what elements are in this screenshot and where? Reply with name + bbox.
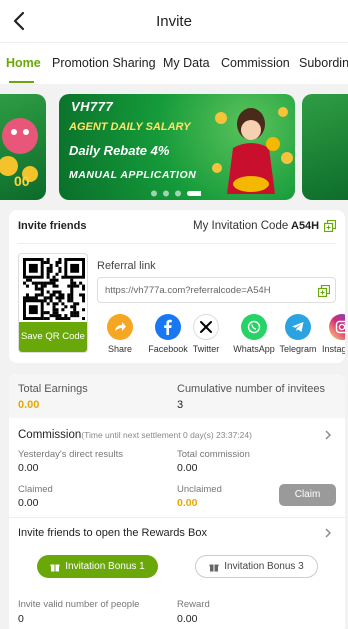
referral-link-url: https://vh777a.com?referralcode=A54H [105,285,271,296]
x-twitter-icon [193,314,219,340]
banner-character-illustration [212,107,293,194]
reward-value: 0.00 [177,613,198,625]
facebook-icon [155,314,181,340]
total-commission-value: 0.00 [177,462,198,474]
tab-home[interactable]: Home [6,56,41,70]
back-arrow-icon[interactable] [8,9,32,33]
whatsapp-icon [241,314,267,340]
carousel-dot[interactable] [175,190,181,197]
invitees-value: 3 [177,399,184,411]
invitation-bonus-1-label: Invitation Bonus 1 [65,561,145,572]
unclaimed-label: Unclaimed [177,484,222,495]
yesterday-results-label: Yesterday's direct results [18,449,123,460]
commission-section-header[interactable]: Commission(Time until next settlement 0 … [18,429,252,441]
claimed-value: 0.00 [18,497,39,509]
tab-bar: Home Promotion Sharing My Data Commissio… [0,42,348,84]
page-title: Invite [156,12,192,30]
valid-invitees-value: 0 [18,613,24,625]
invite-friends-title: Invite friends [18,220,87,232]
tab-my-data[interactable]: My Data [163,56,210,70]
unclaimed-value: 0.00 [177,497,198,509]
rewards-box-title[interactable]: Invite friends to open the Rewards Box [18,527,207,539]
share-button-telegram[interactable]: Telegram [273,314,323,354]
whatsapp-label: WhatsApp [233,344,275,354]
share-arrow-icon [107,314,133,340]
banner-line-3: MANUAL APPLICATION [69,169,197,181]
gift-icon [209,564,219,571]
settlement-countdown: (Time until next settlement 0 day(s) 23:… [81,430,252,440]
banner-logo: VH777 [71,99,114,114]
divider [9,517,345,518]
share-button-twitter[interactable]: Twitter [181,314,231,354]
yesterday-results-value: 0.00 [18,462,39,474]
carousel-dot[interactable] [163,190,169,197]
share-options: Share Facebook Twitter WhatsApp Telegram [95,314,345,358]
invitation-bonus-1-tab[interactable]: Invitation Bonus 1 [37,555,158,578]
qr-code-image [23,258,85,320]
qr-code-panel: Save QR Code [18,253,88,353]
referral-link-label: Referral link [97,260,156,272]
chevron-right-icon[interactable] [323,528,333,538]
invitation-code-value: A54H [291,220,320,232]
twitter-label: Twitter [192,344,220,354]
total-earnings-label: Total Earnings [18,383,88,395]
carousel-dot-active[interactable] [187,191,201,196]
banner-line-1: AGENT DAILY SALARY [69,121,191,133]
active-tab-indicator [9,81,34,83]
invitees-label: Cumulative number of invitees [177,383,325,395]
invite-friends-card: Invite friends My Invitation Code A54H S… [9,210,345,363]
tab-commission[interactable]: Commission [221,56,290,70]
telegram-label: Telegram [279,344,317,354]
tab-subordinate[interactable]: Subordinate [299,56,348,70]
claim-button[interactable]: Claim [279,484,336,506]
banner-line-2: Daily Rebate 4% [69,143,170,158]
copy-link-icon[interactable] [318,285,330,297]
invitation-bonus-3-tab[interactable]: Invitation Bonus 3 [195,555,318,578]
share-button-instagram[interactable]: Instagram [317,314,345,354]
banner-slide-next[interactable] [302,94,348,200]
divider [18,243,336,244]
tab-promotion-sharing[interactable]: Promotion Sharing [52,56,156,70]
svg-text:00: 00 [14,173,30,189]
top-bar: Invite [0,0,348,42]
valid-invitees-label: Invite valid number of people [18,599,140,610]
instagram-icon [329,314,345,340]
gift-icon [50,564,60,571]
commission-title: Commission [18,429,82,441]
share-button-share[interactable]: Share [95,314,145,354]
banner-slide-agent-salary[interactable]: VH777 AGENT DAILY SALARY Daily Rebate 4%… [59,94,295,200]
referral-link-field[interactable]: https://vh777a.com?referralcode=A54H [97,277,336,303]
copy-code-icon[interactable] [324,220,336,232]
save-qr-code-button[interactable]: Save QR Code [19,322,87,352]
earnings-card: Total Earnings 0.00 Cumulative number of… [9,374,345,629]
instagram-label: Instagram [321,344,345,354]
reward-label: Reward [177,599,210,610]
chevron-right-icon[interactable] [323,430,333,440]
carousel-pagination-dots [151,190,201,197]
share-label: Share [107,344,133,354]
earnings-summary-bg [9,374,345,418]
claimed-label: Claimed [18,484,53,495]
share-button-whatsapp[interactable]: WhatsApp [229,314,279,354]
telegram-icon [285,314,311,340]
total-commission-label: Total commission [177,449,250,460]
banner-slide-previous[interactable]: 00 [0,94,46,200]
total-earnings-value: 0.00 [18,399,40,411]
invitation-bonus-3-label: Invitation Bonus 3 [224,561,304,572]
carousel-dot[interactable] [151,190,157,197]
invitation-code-label: My Invitation Code [193,220,289,232]
